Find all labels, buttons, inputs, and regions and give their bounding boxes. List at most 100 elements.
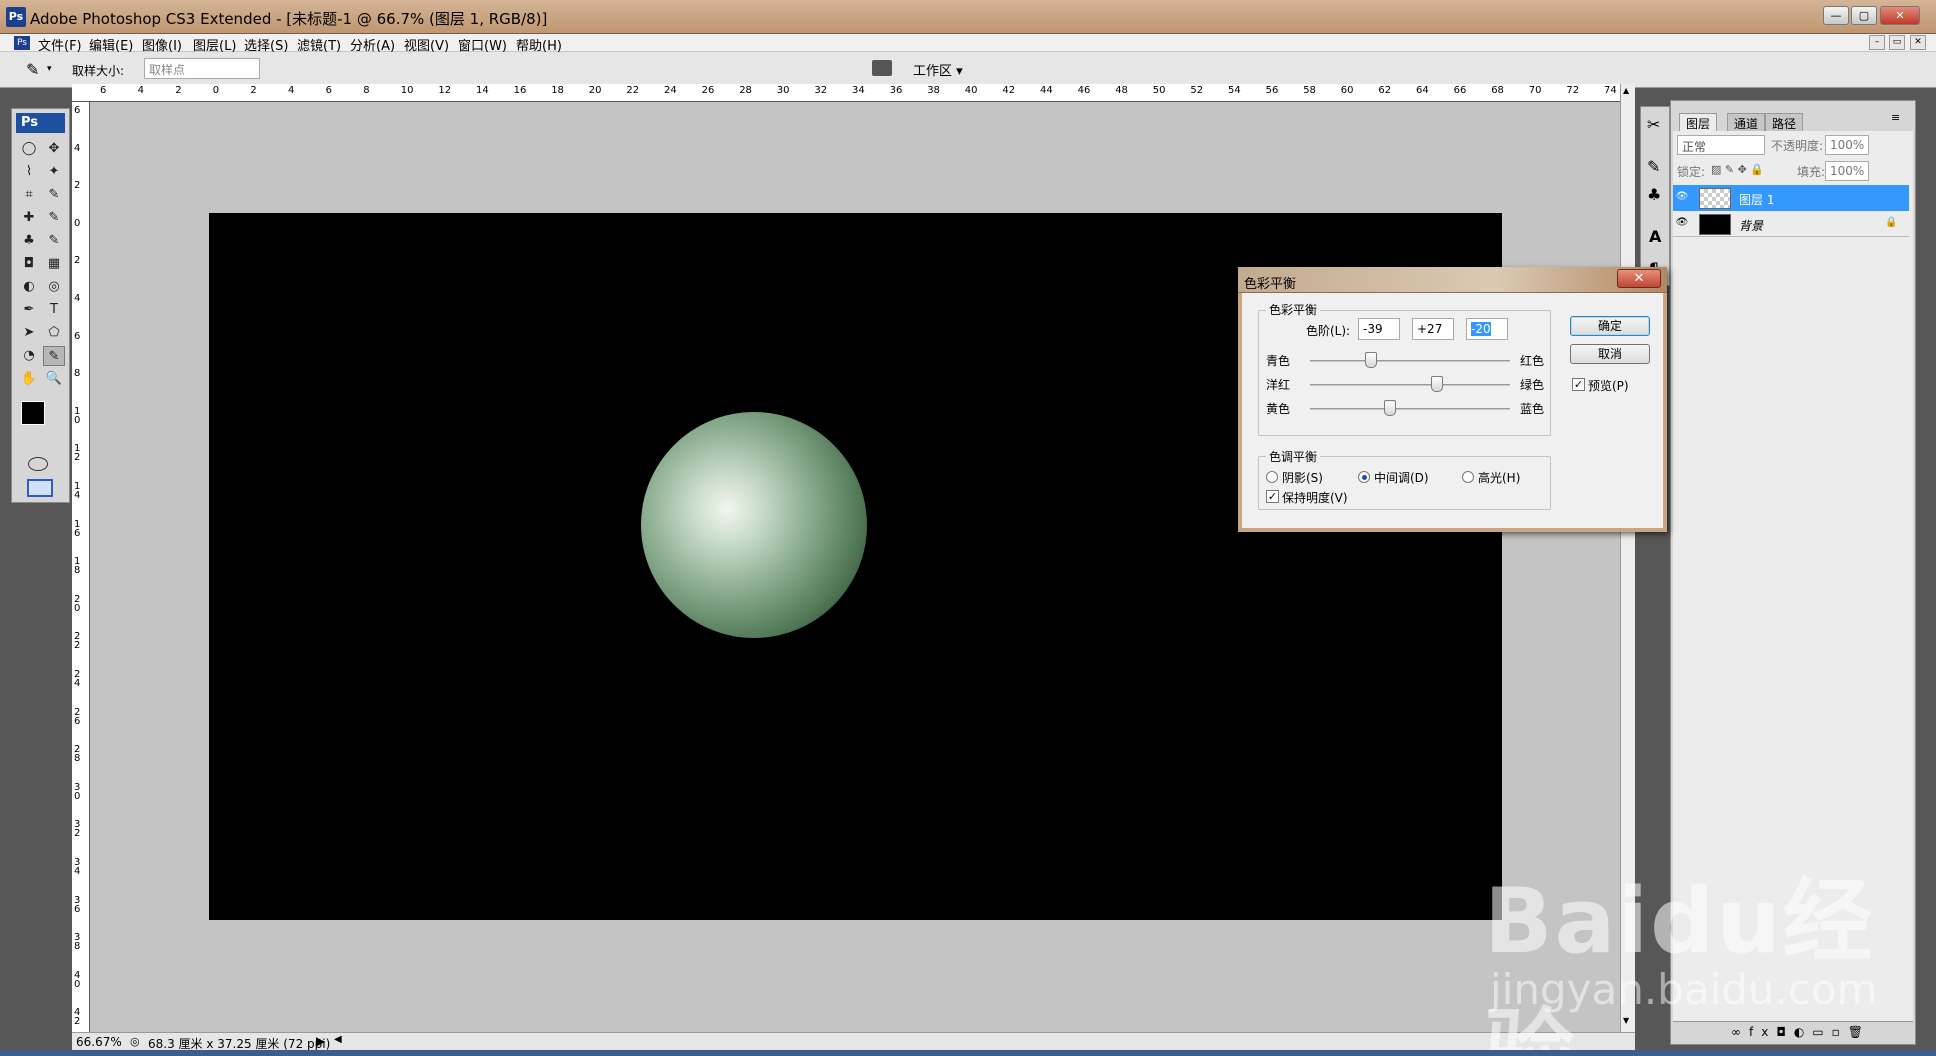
dodge-icon[interactable]: ◎ (43, 277, 65, 297)
doc-restore-button[interactable]: ▭ (1889, 35, 1905, 50)
crop-icon[interactable]: ⌗ (18, 185, 40, 205)
midtones-label[interactable]: 中间调(D) (1374, 469, 1429, 486)
info-icon: ◎ (130, 1035, 140, 1048)
ruler-tick-label: 32 (74, 819, 81, 840)
dialog-title-bar: 色彩平衡 ✕ (1238, 267, 1667, 293)
scroll-up-arrow-icon[interactable]: ▲ (1623, 86, 1629, 95)
tab-channels[interactable]: 通道 (1727, 113, 1766, 131)
lasso-icon[interactable]: ⌇ (18, 162, 40, 182)
layer-name: 图层 1 (1739, 193, 1775, 207)
sample-size-select[interactable]: 取样点 (144, 58, 260, 79)
workspace-menu[interactable]: 工作区 ▾ (913, 60, 963, 79)
scroll-left-arrow-icon[interactable]: ◀ (334, 1034, 342, 1045)
preserve-luminosity-label[interactable]: 保持明度(V) (1282, 489, 1348, 506)
cyan-red-slider-thumb[interactable] (1365, 352, 1377, 368)
ruler-tick-label: 38 (74, 932, 81, 953)
bridge-icon[interactable] (872, 60, 892, 76)
ruler-tick-label: 2 (175, 85, 182, 96)
minimize-button[interactable]: — (1823, 6, 1849, 25)
blur-icon[interactable]: ◐ (18, 277, 40, 297)
tab-paths[interactable]: 路径 (1765, 113, 1804, 131)
doc-close-button[interactable]: ✕ (1910, 35, 1926, 50)
slice-icon[interactable]: ✎ (43, 185, 65, 205)
layer-name: 背景 (1739, 219, 1764, 233)
tools-preset-icon[interactable]: ✂ (1647, 115, 1660, 134)
tab-layers[interactable]: 图层 (1679, 113, 1718, 131)
highlights-label[interactable]: 高光(H) (1478, 469, 1520, 486)
brushes-icon[interactable]: ✎ (1647, 157, 1660, 176)
elliptical-marquee-icon[interactable]: ◯ (18, 139, 40, 159)
opacity-input[interactable]: 100% (1825, 135, 1869, 155)
gradient-icon[interactable]: ▦ (43, 254, 65, 274)
path-select-icon[interactable]: ➤ (18, 323, 40, 343)
layer-row-layer1[interactable]: 👁 图层 1 (1673, 185, 1909, 211)
slider-green-label: 绿色 (1520, 378, 1545, 392)
preview-checkbox[interactable]: ✓ (1572, 378, 1585, 391)
clone-source-icon[interactable]: ♣ (1647, 185, 1661, 204)
zoom-level[interactable]: 66.67% (76, 1035, 122, 1049)
zoom-icon[interactable]: 🔍 (43, 369, 65, 389)
level-magenta-green-input[interactable]: +27 (1412, 318, 1454, 340)
maximize-button[interactable]: ▢ (1851, 6, 1877, 25)
slider-red-label: 红色 (1520, 354, 1545, 368)
preview-label[interactable]: 预览(P) (1588, 377, 1629, 394)
ruler-tick-label: 52 (1190, 85, 1204, 96)
preserve-luminosity-checkbox[interactable]: ✓ (1266, 490, 1279, 503)
visibility-eye-icon[interactable]: 👁 (1675, 191, 1689, 205)
ruler-tick-label: 18 (74, 556, 81, 577)
ok-button[interactable]: 确定 (1570, 316, 1650, 336)
eyedropper-icon[interactable]: ✎ (26, 60, 39, 79)
ruler-tick-label: 2 (250, 85, 257, 96)
shape-icon[interactable]: ⬠ (43, 323, 65, 343)
pen-icon[interactable]: ✒ (18, 300, 40, 320)
layer-row-background[interactable]: 👁 背景 🔒 (1673, 211, 1909, 237)
ruler-tick-label: 22 (74, 631, 81, 652)
magenta-green-slider[interactable] (1310, 384, 1510, 386)
status-menu-arrow-icon[interactable]: ▶ (316, 1034, 325, 1048)
blend-mode-select[interactable]: 正常 (1677, 135, 1765, 155)
ruler-tick-label: 28 (74, 744, 81, 765)
cancel-button[interactable]: 取消 (1570, 344, 1650, 364)
ruler-tick-label: 46 (1077, 85, 1091, 96)
eraser-icon[interactable]: ◘ (18, 254, 40, 274)
ruler-tick-label: 56 (1265, 85, 1279, 96)
shadows-radio[interactable] (1266, 471, 1278, 483)
doc-minimize-button[interactable]: – (1869, 35, 1885, 50)
magic-wand-icon[interactable]: ✦ (43, 162, 65, 182)
shadows-label[interactable]: 阴影(S) (1282, 469, 1323, 486)
level-yellow-blue-input[interactable]: -20 (1466, 318, 1508, 340)
midtones-radio[interactable] (1358, 471, 1370, 483)
ruler-tick-label: 40 (964, 85, 978, 96)
type-icon[interactable]: T (43, 300, 65, 320)
healing-brush-icon[interactable]: ✚ (18, 208, 40, 228)
yellow-blue-slider-thumb[interactable] (1384, 400, 1396, 416)
ruler-tick-label: 10 (74, 405, 81, 426)
highlights-radio[interactable] (1462, 471, 1474, 483)
lock-icons[interactable]: ▨ ✎ ✥ 🔒 (1711, 163, 1764, 176)
screen-mode-icon[interactable] (27, 479, 53, 497)
hand-icon[interactable]: ✋ (18, 369, 40, 389)
quick-mask-icon[interactable] (28, 457, 48, 471)
character-icon[interactable]: A (1649, 227, 1661, 246)
clone-stamp-icon[interactable]: ♣ (18, 231, 40, 251)
visibility-eye-icon[interactable]: 👁 (1675, 217, 1689, 231)
fill-input[interactable]: 100% (1825, 161, 1869, 181)
brush-icon[interactable]: ✎ (43, 208, 65, 228)
cyan-red-slider[interactable] (1310, 360, 1510, 362)
ruler-tick-label: 8 (363, 85, 370, 96)
notes-icon[interactable]: ◔ (18, 346, 40, 366)
history-brush-icon[interactable]: ✎ (43, 231, 65, 251)
foreground-color-swatch[interactable] (21, 401, 45, 425)
dialog-close-button[interactable]: ✕ (1617, 269, 1661, 288)
tone-balance-group-label: 色调平衡 (1266, 448, 1321, 465)
fill-label: 填充: (1797, 165, 1826, 179)
level-cyan-red-input[interactable]: -39 (1358, 318, 1400, 340)
panel-menu-icon[interactable]: ≡ (1891, 111, 1900, 124)
magenta-green-slider-thumb[interactable] (1431, 376, 1443, 392)
move-icon[interactable]: ✥ (43, 139, 65, 159)
yellow-blue-slider[interactable] (1310, 408, 1510, 410)
ps-document-icon: Ps (14, 36, 30, 50)
close-window-button[interactable]: ✕ (1880, 6, 1920, 25)
eyedropper-icon[interactable]: ✎ (43, 346, 65, 366)
chevron-down-icon[interactable]: ▾ (47, 64, 52, 74)
